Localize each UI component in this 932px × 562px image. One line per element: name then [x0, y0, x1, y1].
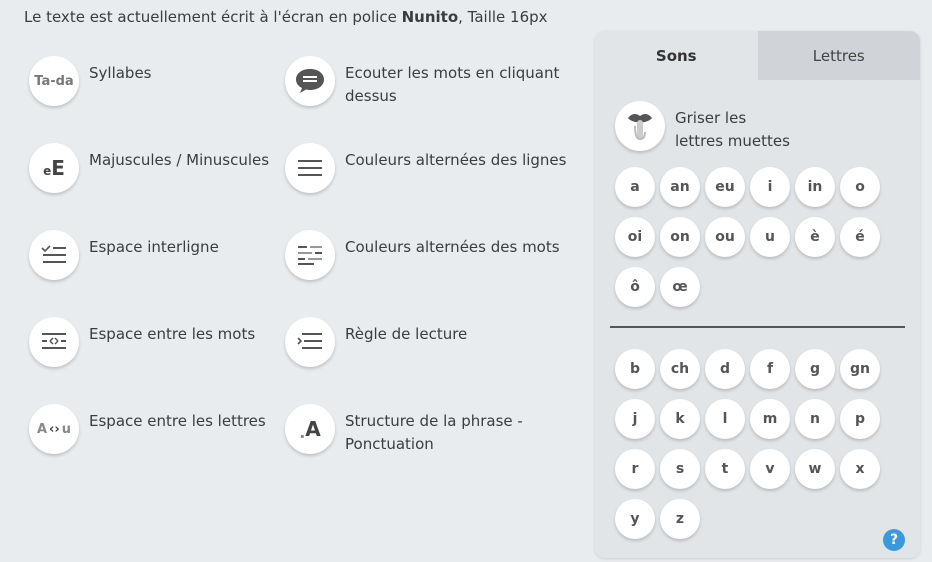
speech-bubble-icon[interactable] [285, 56, 335, 106]
sound-button[interactable]: w [795, 449, 835, 489]
panel-tabs: Sons Lettres [595, 31, 920, 80]
word-colors-icon[interactable] [285, 230, 335, 280]
sound-button[interactable]: gn [840, 349, 880, 389]
syllable-icon-text: Ta-da [34, 73, 74, 89]
tool-label-ecouter: Ecouter les mots en cliquant dessus [345, 64, 560, 105]
tool-espace-mots[interactable]: Espace entre les mots [29, 317, 255, 367]
word-spacing-icon[interactable] [29, 317, 79, 367]
sound-button[interactable]: m [750, 399, 790, 439]
letter-spacing-icon[interactable]: A ‹› u [29, 404, 79, 454]
sound-button[interactable]: oi [615, 217, 655, 257]
tool-label-structure: Structure de la phrase - Ponctuation [345, 412, 523, 453]
sound-button[interactable]: b [615, 349, 655, 389]
tool-label-espace-mots: Espace entre les mots [89, 325, 256, 343]
sound-button[interactable]: o [840, 167, 880, 207]
sound-button[interactable]: g [795, 349, 835, 389]
sound-button[interactable]: d [705, 349, 745, 389]
tool-label-majuscules: Majuscules / Minuscules [89, 151, 270, 169]
case-icon-big: E [51, 156, 65, 180]
tool-couleurs-lignes[interactable]: Couleurs alternées des lignes [285, 143, 566, 193]
sound-button[interactable]: i [750, 167, 790, 207]
tool-syllabes[interactable]: Ta-da Syllabes [29, 56, 152, 106]
sound-button[interactable]: é [840, 217, 880, 257]
sound-button[interactable]: z [660, 499, 700, 539]
tool-label-espace-lettres: Espace entre les lettres [89, 412, 266, 430]
sound-button[interactable]: u [750, 217, 790, 257]
sound-button[interactable]: ô [615, 267, 655, 307]
mute-letters-label: Griser les lettres muettes [675, 109, 790, 150]
sound-button[interactable]: ch [660, 349, 700, 389]
help-button[interactable]: ? [883, 529, 905, 551]
letter-spacing-icon-arrows: ‹› [49, 421, 60, 437]
tool-ecouter[interactable]: Ecouter les mots en cliquant dessus [285, 56, 565, 108]
tool-regle[interactable]: Règle de lecture [285, 317, 467, 367]
font-info-prefix: Le texte est actuellement écrit à l'écra… [24, 8, 402, 26]
tool-label-syllabes: Syllabes [89, 64, 152, 82]
mute-letters-toggle[interactable]: Griser les lettres muettes [615, 101, 795, 153]
sound-button[interactable]: t [705, 449, 745, 489]
sound-button[interactable]: y [615, 499, 655, 539]
letter-spacing-icon-a: A [36, 421, 48, 437]
sounds-divider [610, 326, 905, 328]
case-icon[interactable]: eE [29, 143, 79, 193]
font-info-text: Le texte est actuellement écrit à l'écra… [24, 8, 548, 26]
sound-button[interactable]: œ [660, 267, 700, 307]
tool-majuscules[interactable]: eE Majuscules / Minuscules [29, 143, 269, 193]
font-info-suffix: , Taille 16px [458, 8, 548, 26]
sound-button[interactable]: è [795, 217, 835, 257]
sound-button[interactable]: j [615, 399, 655, 439]
sound-button[interactable]: r [615, 449, 655, 489]
sound-button[interactable]: f [750, 349, 790, 389]
letter-spacing-icon-u: u [61, 421, 72, 437]
sound-button[interactable]: v [750, 449, 790, 489]
sound-button[interactable]: eu [705, 167, 745, 207]
punctuation-icon-letter: A [305, 417, 321, 441]
sound-button[interactable]: k [660, 399, 700, 439]
tool-interligne[interactable]: Espace interligne [29, 230, 219, 280]
reading-ruler-icon[interactable] [285, 317, 335, 367]
punctuation-icon[interactable]: .A [285, 404, 335, 454]
sound-button[interactable]: ou [705, 217, 745, 257]
sound-button[interactable]: n [795, 399, 835, 439]
tool-label-interligne: Espace interligne [89, 238, 219, 256]
lines-icon[interactable] [285, 143, 335, 193]
sound-button[interactable]: a [615, 167, 655, 207]
sound-button[interactable]: an [660, 167, 700, 207]
tool-espace-lettres[interactable]: A ‹› u Espace entre les lettres [29, 404, 266, 454]
sound-button[interactable]: p [840, 399, 880, 439]
tab-sons[interactable]: Sons [595, 31, 758, 80]
tab-lettres[interactable]: Lettres [757, 31, 920, 80]
tool-couleurs-mots[interactable]: Couleurs alternées des mots [285, 230, 560, 280]
sound-button[interactable]: in [795, 167, 835, 207]
tool-label-couleurs-lignes: Couleurs alternées des lignes [345, 151, 567, 169]
sound-button[interactable]: s [660, 449, 700, 489]
consonant-sounds-grid: b ch d f g gn j k l m n p r s t v w x y z [615, 349, 880, 539]
sound-button[interactable]: l [705, 399, 745, 439]
vowel-sounds-grid: a an eu i in o oi on ou u è é ô œ [615, 167, 880, 307]
sound-button[interactable]: x [840, 449, 880, 489]
line-spacing-icon[interactable] [29, 230, 79, 280]
syllable-icon[interactable]: Ta-da [29, 56, 79, 106]
mute-lips-icon[interactable] [615, 101, 665, 151]
sound-button[interactable]: on [660, 217, 700, 257]
sounds-panel: Sons Lettres Griser les lettres muettes … [595, 31, 920, 558]
tool-structure[interactable]: .A Structure de la phrase - Ponctuation [285, 404, 565, 456]
tool-label-couleurs-mots: Couleurs alternées des mots [345, 238, 560, 256]
tool-label-regle: Règle de lecture [345, 325, 468, 343]
case-icon-small: e [43, 164, 52, 178]
font-name: Nunito [401, 8, 459, 26]
